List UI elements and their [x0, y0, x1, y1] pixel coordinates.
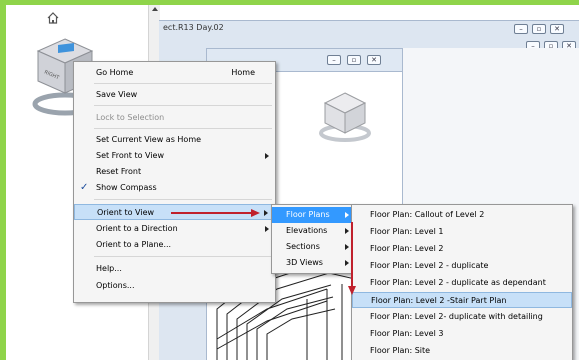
menu-item-floor-plan-stair-part-plan[interactable]: Floor Plan: Level 2 -Stair Part Plan	[352, 292, 572, 308]
annotation-arrow-down	[351, 222, 353, 286]
menu-item-floor-plan[interactable]: Floor Plan: Level 2 - duplicate	[352, 258, 572, 274]
menu-item-orient-to-a-plane[interactable]: Orient to a Plane...	[74, 237, 275, 253]
menu-item-floor-plan[interactable]: Floor Plan: Level 1	[352, 224, 572, 240]
menu-item-options[interactable]: Options...	[74, 278, 275, 294]
menu-separator	[94, 83, 272, 84]
orient-to-view-submenu: Floor Plans Elevations Sections 3D Views	[271, 204, 356, 274]
menu-item-set-current-view-as-home[interactable]: Set Current View as Home	[74, 132, 275, 148]
viewcube-context-menu: Go Home Home Save View Lock to Selection…	[73, 61, 276, 303]
submenu-arrow-icon	[265, 153, 269, 159]
home-icon[interactable]	[46, 11, 60, 25]
checkmark-icon: ✓	[80, 182, 89, 193]
menu-separator	[94, 199, 272, 200]
menu-item-floor-plan[interactable]: Floor Plan: Level 3	[352, 326, 572, 342]
submenu-arrow-icon	[264, 210, 268, 216]
floor-plans-submenu: Floor Plan: Callout of Level 2 Floor Pla…	[351, 204, 573, 360]
screenshot-area: RIGHT ect.R13 Day.02 – ▫ ✕ – ▫ ✕ – ▫ ✕ G…	[6, 5, 579, 360]
window-title: ect.R13 Day.02	[163, 23, 224, 32]
menu-item-floor-plan[interactable]: Floor Plan: Level 2 - duplicate as depen…	[352, 275, 572, 291]
menu-item-reset-front[interactable]: Reset Front	[74, 164, 275, 180]
menu-item-set-front-to-view[interactable]: Set Front to View	[74, 148, 275, 164]
submenu-arrow-icon	[345, 212, 349, 218]
menu-item-floor-plan[interactable]: Floor Plan: Callout of Level 2	[352, 207, 572, 223]
menu-item-save-view[interactable]: Save View	[74, 87, 275, 103]
annotation-arrow-right	[171, 212, 251, 214]
submenu-arrow-icon	[345, 244, 349, 250]
menu-separator	[94, 105, 272, 106]
minimize-icon[interactable]: –	[327, 55, 341, 65]
scroll-up-icon[interactable]	[152, 7, 158, 11]
close-icon[interactable]: ✕	[550, 24, 564, 34]
submenu-arrow-icon	[265, 226, 269, 232]
menu-item-floor-plan[interactable]: Floor Plan: Site	[352, 343, 572, 359]
minimize-icon[interactable]: –	[514, 24, 528, 34]
shortcut-label: Home	[231, 68, 255, 77]
menu-item-lock-to-selection: Lock to Selection	[96, 113, 165, 122]
menu-item-floor-plans[interactable]: Floor Plans	[272, 207, 355, 223]
menu-item-3d-views[interactable]: 3D Views	[272, 255, 355, 271]
restore-icon[interactable]: ▫	[532, 24, 546, 34]
menu-item-floor-plan[interactable]: Floor Plan: Level 2	[352, 241, 572, 257]
menu-item-go-home[interactable]: Go Home Home	[74, 65, 275, 81]
menu-item-floor-plan[interactable]: Floor Plan: Level 2- duplicate with deta…	[352, 309, 572, 325]
mini-viewcube-icon[interactable]	[315, 85, 375, 145]
submenu-arrow-icon	[345, 228, 349, 234]
menu-item-elevations[interactable]: Elevations	[272, 223, 355, 239]
close-icon[interactable]: ✕	[367, 55, 381, 65]
menu-item-help[interactable]: Help...	[74, 261, 275, 277]
menu-separator	[94, 256, 272, 257]
menu-item-show-compass[interactable]: ✓ Show Compass	[74, 180, 275, 196]
annotation-arrowhead-icon	[348, 286, 356, 295]
menu-item-sections[interactable]: Sections	[272, 239, 355, 255]
restore-icon[interactable]: ▫	[347, 55, 361, 65]
menu-separator	[94, 128, 272, 129]
menu-item-orient-to-a-direction[interactable]: Orient to a Direction	[74, 221, 275, 237]
submenu-arrow-icon	[345, 260, 349, 266]
annotation-arrowhead-icon	[251, 209, 260, 217]
